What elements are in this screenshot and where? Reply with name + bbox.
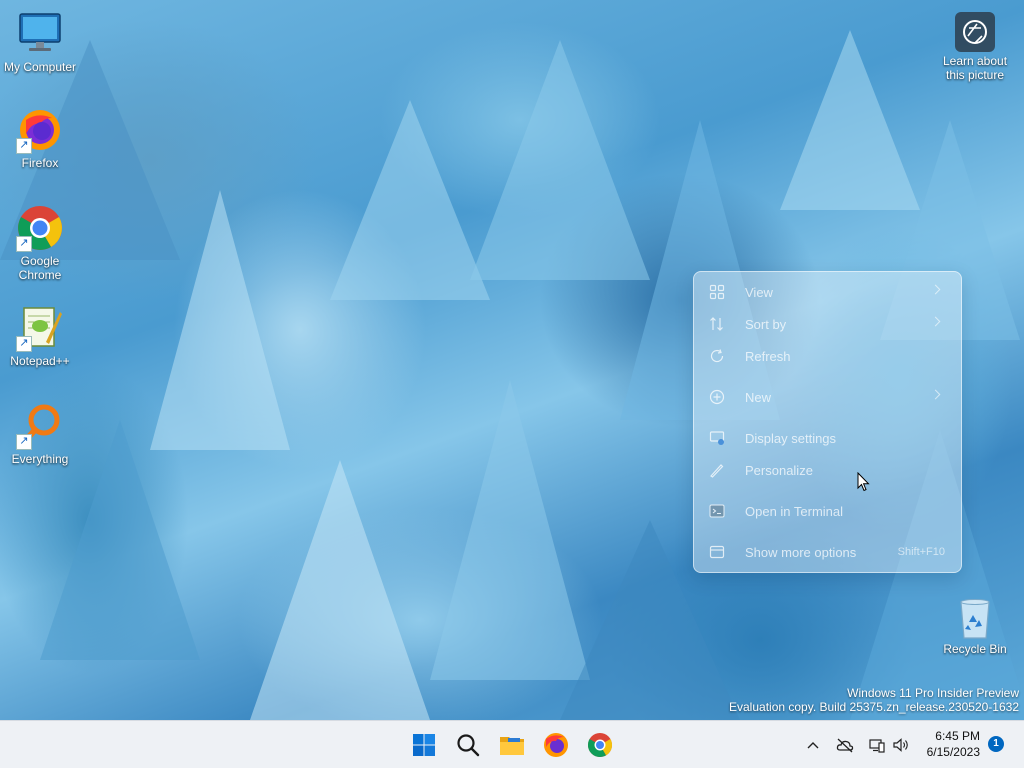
menu-item-label: New (745, 389, 772, 405)
volume-icon[interactable] (892, 737, 910, 753)
taskbar-search-button[interactable] (452, 729, 484, 761)
desktop-icon-label: Recycle Bin (943, 642, 1007, 656)
chevron-up-icon[interactable] (804, 737, 822, 753)
menu-item-new[interactable]: New (702, 383, 953, 411)
monitor-icon (16, 10, 64, 58)
build-watermark: Windows 11 Pro Insider Preview Evaluatio… (729, 686, 1019, 714)
taskbar-start-button[interactable] (408, 729, 440, 761)
shortcut-arrow-icon: ↗ (16, 138, 32, 154)
menu-item-personalize[interactable]: Personalize (702, 456, 953, 484)
menu-item-view[interactable]: View (702, 278, 953, 306)
taskbar-firefox-button[interactable] (540, 729, 572, 761)
chrome-icon: ↗ (16, 204, 64, 252)
windows-start-icon (413, 734, 435, 756)
sort-icon (709, 316, 725, 332)
menu-item-label: Personalize (745, 462, 813, 478)
menu-item-display-settings[interactable]: Display settings (702, 424, 953, 452)
shortcut-arrow-icon: ↗ (16, 434, 32, 450)
network-icon[interactable] (868, 737, 886, 753)
cloud-offline-icon[interactable] (836, 737, 854, 753)
brush-icon (709, 462, 725, 478)
clock-time: 6:45 PM (935, 729, 980, 743)
desktop-icon-google-chrome[interactable]: ↗ Google Chrome (0, 204, 80, 282)
more-options-icon (709, 544, 725, 560)
everything-search-icon: ↗ (16, 402, 64, 450)
watermark-line1: Windows 11 Pro Insider Preview (847, 686, 1019, 700)
taskbar-clock[interactable]: 6:45 PM 6/15/2023 (927, 728, 980, 760)
firefox-icon: ↗ (16, 106, 64, 154)
folder-icon (500, 737, 524, 755)
menu-item-label: View (745, 284, 773, 300)
grid-icon (709, 284, 725, 300)
desktop-wallpaper[interactable]: My Computer ↗ Firefox ↗ Google Chrome ↗ … (0, 0, 1024, 720)
notepad-plus-plus-icon: ↗ (16, 304, 64, 352)
desktop-icon-firefox[interactable]: ↗ Firefox (0, 106, 80, 170)
menu-item-refresh[interactable]: Refresh (702, 342, 953, 370)
desktop-icon-recycle-bin[interactable]: Recycle Bin (934, 598, 1016, 656)
desktop-icon-label: Notepad++ (10, 354, 70, 368)
learn-about-this-picture[interactable]: Learn about this picture (934, 12, 1016, 82)
menu-item-label: Refresh (745, 348, 791, 364)
menu-item-show-more-options[interactable]: Show more options Shift+F10 (702, 538, 953, 566)
menu-item-label: Open in Terminal (745, 503, 844, 519)
watermark-line2: Evaluation copy. Build 25375.zn_release.… (729, 700, 1019, 714)
firefox-icon (544, 733, 568, 757)
notification-badge[interactable]: 1 (988, 736, 1004, 752)
spotlight-label: Learn about this picture (942, 54, 1008, 82)
desktop-icon-everything[interactable]: ↗ Everything (0, 402, 80, 466)
menu-item-sort-by[interactable]: Sort by (702, 310, 953, 338)
taskbar: 6:45 PM 6/15/2023 (0, 720, 1024, 768)
menu-item-label: Show more options (745, 544, 857, 560)
desktop-icon-label: Google Chrome (18, 254, 62, 282)
refresh-icon (709, 348, 725, 364)
plus-circle-icon (709, 389, 725, 405)
desktop-icon-label: My Computer (3, 60, 77, 74)
clock-date: 6/15/2023 (926, 745, 980, 759)
chrome-icon (587, 733, 613, 758)
recycle-bin-icon (955, 598, 995, 640)
taskbar-file-explorer-button[interactable] (496, 729, 528, 761)
desktop-icon-my-computer[interactable]: My Computer (0, 10, 80, 74)
desktop-context-menu: View Sort by Refresh New Display setting… (693, 271, 962, 573)
shortcut-arrow-icon: ↗ (16, 236, 32, 252)
desktop-icon-notepad-plus-plus[interactable]: ↗ Notepad++ (0, 304, 80, 368)
search-icon (457, 734, 480, 757)
terminal-icon (709, 503, 725, 519)
taskbar-chrome-button[interactable] (584, 729, 616, 761)
menu-item-shortcut: Shift+F10 (897, 546, 945, 558)
menu-item-label: Sort by (745, 316, 787, 332)
menu-item-open-in-terminal[interactable]: Open in Terminal (702, 497, 953, 525)
shortcut-arrow-icon: ↗ (16, 336, 32, 352)
desktop-icon-label: Everything (11, 452, 69, 466)
mouse-cursor-icon (857, 471, 871, 497)
camera-info-icon (955, 12, 995, 52)
menu-item-label: Display settings (745, 430, 837, 446)
desktop-icon-label: Firefox (21, 156, 59, 170)
display-icon (709, 430, 725, 446)
